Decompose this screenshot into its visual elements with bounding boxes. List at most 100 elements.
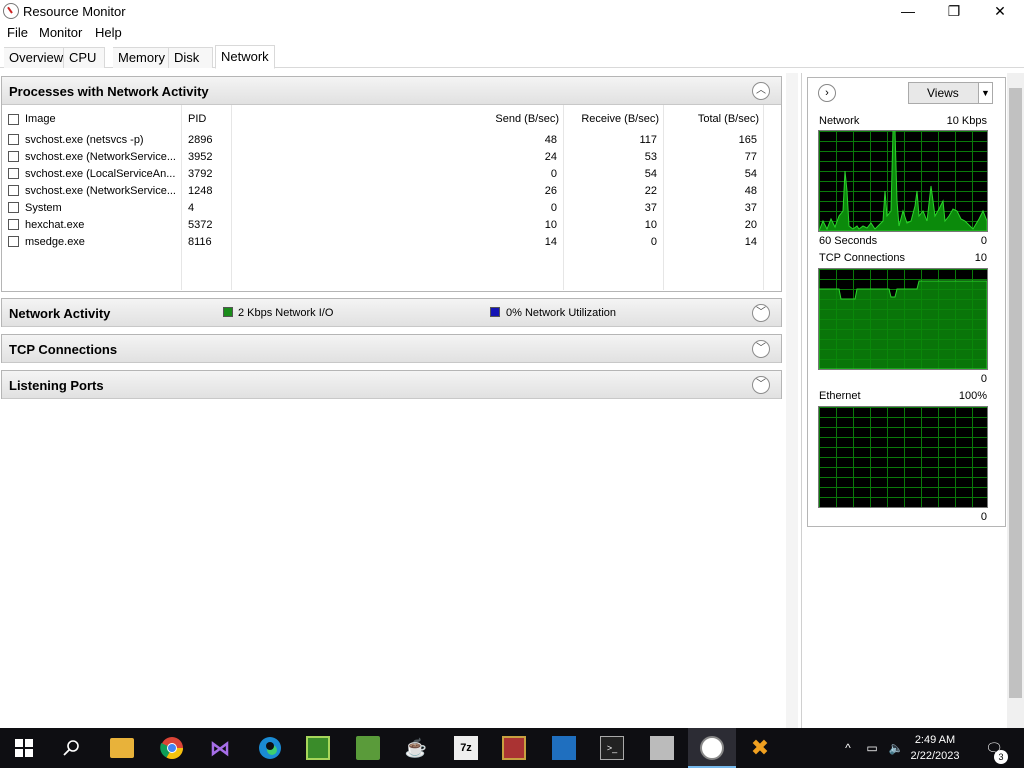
notepad-plus-icon[interactable]	[356, 736, 380, 760]
edge-icon[interactable]	[258, 736, 282, 760]
search-icon[interactable]	[60, 736, 84, 760]
minimize-button[interactable]: —	[885, 0, 931, 22]
process-image[interactable]: System	[25, 202, 62, 214]
tab-memory[interactable]: Memory	[113, 47, 169, 68]
ethernet-graph-label: Ethernet	[819, 390, 861, 402]
process-pid: 2896	[188, 134, 213, 146]
row-checkbox[interactable]	[8, 150, 19, 162]
process-receive: 10	[644, 219, 657, 231]
row-checkbox[interactable]	[8, 201, 19, 213]
select-all-checkbox[interactable]	[8, 112, 19, 126]
left-scrollbar[interactable]	[786, 73, 798, 728]
row-checkbox[interactable]	[8, 133, 19, 145]
process-image[interactable]: svchost.exe (netsvcs -p)	[25, 134, 144, 146]
row-checkbox[interactable]	[8, 184, 19, 196]
views-label: Views	[927, 86, 959, 100]
resource-monitor-taskbar-button[interactable]	[688, 728, 736, 768]
tab-overview[interactable]: Overview	[4, 47, 64, 68]
processes-header[interactable]: Processes with Network Activity ︿	[2, 77, 781, 105]
collapse-processes-icon[interactable]: ︿	[752, 82, 770, 100]
resource-monitor-icon	[3, 3, 19, 19]
network-activity-header[interactable]: Network Activity 2 Kbps Network I/O 0% N…	[2, 299, 781, 327]
tcp-graph-min: 0	[980, 373, 987, 385]
network-graph-label: Network	[819, 115, 860, 127]
close-button[interactable]: ✕	[977, 0, 1023, 22]
process-image[interactable]: hexchat.exe	[25, 219, 84, 231]
views-dropdown[interactable]: Views ▼	[908, 82, 993, 104]
tcp-connections-section[interactable]: TCP Connections ﹀	[1, 334, 782, 363]
winrar-icon[interactable]	[502, 736, 526, 760]
tab-network[interactable]: Network	[215, 45, 275, 69]
process-total: 20	[744, 219, 757, 231]
collapse-graph-pane-icon[interactable]: ›	[818, 84, 836, 102]
process-send: 0	[550, 202, 557, 214]
process-image[interactable]: svchost.exe (NetworkService...	[25, 151, 176, 163]
7zip-icon[interactable]: 7z	[454, 736, 478, 760]
xampp-icon[interactable]: ✖	[748, 735, 772, 760]
network-graph	[818, 130, 988, 232]
process-image[interactable]: svchost.exe (NetworkService...	[25, 185, 176, 197]
expand-network-activity-icon[interactable]: ﹀	[752, 304, 770, 322]
listening-ports-section[interactable]: Listening Ports ﹀	[1, 370, 782, 399]
expand-tcp-icon[interactable]: ﹀	[752, 340, 770, 358]
process-total: 37	[744, 202, 757, 214]
listening-ports-header[interactable]: Listening Ports ﹀	[2, 371, 781, 399]
process-pid: 1248	[188, 185, 213, 197]
process-pid: 8116	[188, 236, 212, 248]
tab-cpu[interactable]: CPU	[64, 47, 105, 68]
expand-listening-icon[interactable]: ﹀	[752, 376, 770, 394]
col-image[interactable]: Image	[25, 113, 56, 125]
performance-icon[interactable]	[650, 736, 674, 760]
process-total: 14	[744, 236, 757, 248]
network-io-label: 2 Kbps Network I/O	[238, 307, 334, 319]
start-windows-icon[interactable]	[12, 736, 36, 760]
file-explorer-icon[interactable]	[110, 738, 134, 758]
process-receive: 54	[644, 168, 657, 180]
tab-strip: Overview CPU Memory Disk Network	[0, 45, 1024, 69]
left-pane: Processes with Network Activity ︿ Image …	[0, 73, 798, 728]
col-pid[interactable]: PID	[188, 113, 206, 125]
chrome-icon[interactable]	[160, 736, 184, 760]
col-receive[interactable]: Receive (B/sec)	[581, 113, 659, 125]
tray-chevron-icon[interactable]: ^	[836, 736, 860, 760]
process-image[interactable]: svchost.exe (LocalServiceAn...	[25, 168, 175, 180]
process-receive: 53	[644, 151, 657, 163]
process-send: 14	[544, 236, 557, 248]
network-tray-icon[interactable]: ▭	[860, 736, 884, 760]
menu-file[interactable]: File	[7, 25, 28, 40]
process-send: 48	[544, 134, 557, 146]
clock-date: 2/22/2023	[910, 750, 960, 762]
network-activity-title: Network Activity	[9, 306, 111, 321]
minecraft-icon[interactable]	[306, 736, 330, 760]
visual-studio-icon[interactable]: ⋈	[208, 736, 232, 760]
java-icon[interactable]: ☕	[404, 736, 428, 760]
tab-disk[interactable]: Disk	[169, 47, 213, 68]
tcp-connections-title: TCP Connections	[9, 342, 118, 357]
terminal-icon[interactable]: >_	[600, 736, 624, 760]
ethernet-graph-max: 100%	[958, 390, 987, 402]
row-checkbox[interactable]	[8, 218, 19, 230]
tcp-connections-header[interactable]: TCP Connections ﹀	[2, 335, 781, 363]
process-total: 48	[744, 185, 757, 197]
row-checkbox[interactable]	[8, 167, 19, 179]
taskbar: ⋈ ☕ 7z >_ ✖ ^ ▭ 🔈 2:49 AM 2/22/2023 🗨 3	[0, 728, 1024, 768]
process-total: 77	[744, 151, 757, 163]
graph-pane: › Views ▼ Network 10 Kbps 60 Seconds 0 T…	[801, 73, 1006, 728]
menu-monitor[interactable]: Monitor	[39, 25, 82, 40]
menu-help[interactable]: Help	[95, 25, 122, 40]
clock[interactable]: 2:49 AM 2/22/2023	[905, 732, 965, 764]
outlook-icon[interactable]	[552, 736, 576, 760]
ethernet-graph	[818, 406, 988, 508]
col-send[interactable]: Send (B/sec)	[495, 113, 559, 125]
tcp-graph-line	[818, 280, 988, 370]
row-checkbox[interactable]	[8, 235, 19, 247]
col-total[interactable]: Total (B/sec)	[698, 113, 759, 125]
network-util-label: 0% Network Utilization	[506, 307, 617, 319]
process-receive: 0	[650, 236, 657, 248]
process-image[interactable]: msedge.exe	[25, 236, 85, 248]
maximize-button[interactable]: ❐	[931, 0, 977, 22]
network-activity-section[interactable]: Network Activity 2 Kbps Network I/O 0% N…	[1, 298, 782, 327]
right-scrollbar[interactable]	[1007, 73, 1024, 728]
process-total: 165	[738, 134, 757, 146]
scrollbar-thumb[interactable]	[1009, 88, 1022, 698]
